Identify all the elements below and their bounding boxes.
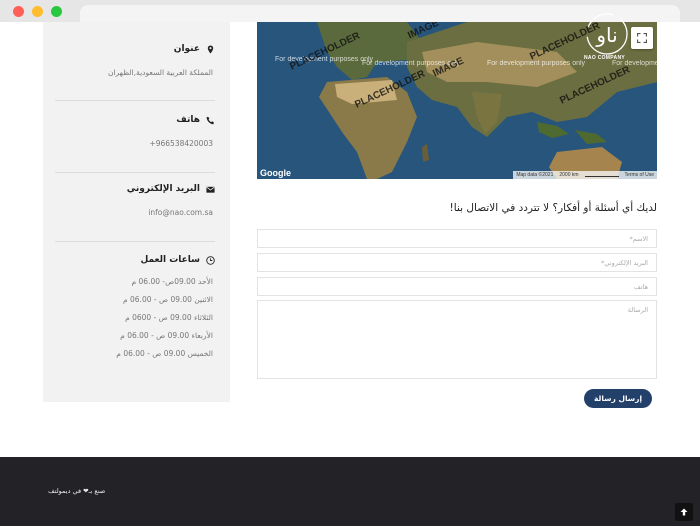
maximize-window-icon[interactable] xyxy=(51,6,62,17)
map-scale-text: 2000 km xyxy=(559,172,579,178)
hours-item: الأربعاء 09.00 ص - 06.00 م xyxy=(120,331,213,340)
map-attribution: Map data ©2021 2000 km Terms of Use xyxy=(513,171,657,179)
phone-input[interactable] xyxy=(257,277,657,296)
address-title: عنوان xyxy=(173,44,200,54)
working-hours-list: الأحد 09.00ص- 06.00 م الاثنين 09.00 ص - … xyxy=(55,273,215,363)
hours-item: الأحد 09.00ص- 06.00 م xyxy=(131,277,214,286)
phone-title: هاتف xyxy=(176,115,200,125)
address-value: المملكة العربية السعودية,الظهران xyxy=(107,68,213,77)
terms-link[interactable]: Terms of Use xyxy=(625,172,654,178)
hours-item: الاثنين 09.00 ص - 06.00 م xyxy=(122,295,213,304)
minimize-window-icon[interactable] xyxy=(32,6,43,17)
contact-info-sidebar: عنوان المملكة العربية السعودية,الظهران ه… xyxy=(43,22,230,402)
name-input[interactable] xyxy=(257,229,657,248)
email-value[interactable]: info@nao.com.sa xyxy=(55,208,215,217)
email-block: البريد الإلكتروني info@nao.com.sa xyxy=(55,184,215,217)
address-block: عنوان المملكة العربية السعودية,الظهران xyxy=(55,44,215,77)
credit-text[interactable]: صنع بـ❤ في ديمولتف xyxy=(48,487,105,495)
logo-glyph: ناو xyxy=(595,23,617,47)
contact-form-title: لديك أي أسئلة أو أفكار؟ لا تتردد في الات… xyxy=(449,202,657,214)
scroll-to-top-button[interactable] xyxy=(675,503,693,521)
send-message-button[interactable]: إرسال رسالة xyxy=(584,389,652,408)
email-input[interactable] xyxy=(257,253,657,272)
logo-text: NAO COMPANY xyxy=(584,55,625,61)
scale-bar xyxy=(584,174,619,177)
divider xyxy=(55,172,215,173)
email-title: البريد الإلكتروني xyxy=(126,184,200,194)
phone-value[interactable]: +966538420003 xyxy=(55,139,215,148)
hours-item: الثلاثاء 09.00 ص - 0600 م xyxy=(125,313,213,322)
working-hours-title: ساعات العمل xyxy=(140,255,200,265)
divider xyxy=(55,100,215,101)
close-window-icon[interactable] xyxy=(13,6,24,17)
phone-icon xyxy=(206,116,215,124)
site-footer: صنع بـ❤ في ديمولتف xyxy=(0,457,700,526)
clock-icon xyxy=(206,255,215,265)
hours-item: الخميس 09.00 ص - 06.00 م xyxy=(116,349,213,358)
working-hours-block: ساعات العمل الأحد 09.00ص- 06.00 م الاثني… xyxy=(55,255,215,363)
phone-block: هاتف +966538420003 xyxy=(55,115,215,148)
arrow-up-icon xyxy=(680,508,688,516)
map-data-text: Map data ©2021 xyxy=(516,172,554,178)
fullscreen-icon xyxy=(637,33,647,43)
envelope-icon xyxy=(206,186,215,193)
divider xyxy=(55,241,215,242)
google-logo[interactable]: Google xyxy=(260,168,291,178)
fullscreen-button[interactable] xyxy=(631,27,653,49)
message-textarea[interactable] xyxy=(257,300,657,379)
location-pin-icon xyxy=(207,44,214,54)
